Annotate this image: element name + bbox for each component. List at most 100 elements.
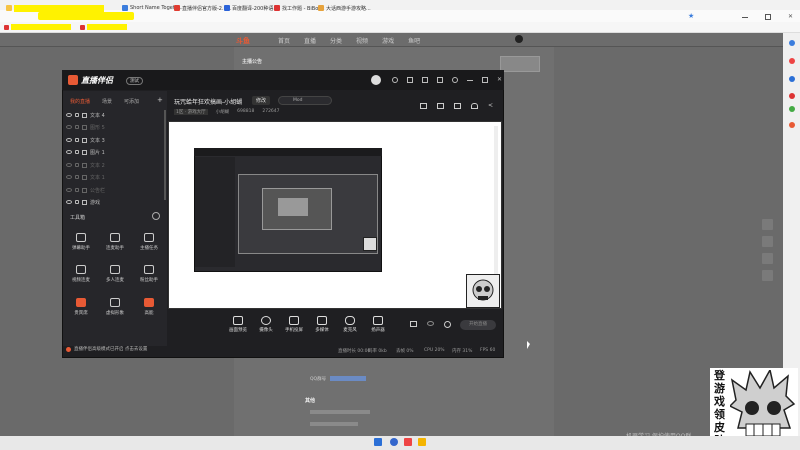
close-icon[interactable]: ✕ (497, 77, 502, 83)
source-row[interactable]: 图形 5 (66, 121, 162, 133)
float-button[interactable] (762, 270, 773, 281)
float-button[interactable] (762, 236, 773, 247)
float-button[interactable] (762, 219, 773, 230)
start-live-button[interactable]: 开始直播 (460, 320, 496, 330)
lock-icon[interactable] (75, 163, 79, 167)
link-row[interactable] (310, 422, 358, 426)
phone-cast-button[interactable]: 手机投屏 (282, 316, 306, 333)
lock-icon[interactable] (75, 113, 79, 117)
app-badge[interactable]: 测试 (126, 77, 143, 85)
tool-task[interactable]: 主播任务 (134, 233, 164, 263)
tab-3[interactable]: 直播伴侣官方版-2.0... (174, 3, 232, 13)
edge-icon[interactable] (390, 438, 398, 446)
share-icon[interactable]: < (488, 103, 495, 109)
tool-vip[interactable]: 贵宾席 (66, 298, 96, 328)
tab-1[interactable] (6, 3, 104, 13)
eye-icon[interactable] (66, 188, 72, 192)
sidebar-scrollbar[interactable] (164, 110, 166, 200)
gift-icon[interactable] (407, 77, 413, 83)
nav-item[interactable]: 首页 (278, 36, 290, 45)
tool-link[interactable]: 连麦助手 (100, 233, 130, 263)
sidebar-icon[interactable] (789, 122, 795, 128)
lock-icon[interactable] (75, 150, 79, 154)
screenshot-icon[interactable] (437, 103, 444, 109)
layout-icon[interactable] (454, 103, 461, 109)
room-category[interactable]: 1区 · 游戏大厅 (174, 109, 208, 115)
window-controls[interactable]: ✕ (742, 14, 794, 20)
tab-addable[interactable]: 可添加 (124, 98, 139, 105)
start-icon[interactable] (374, 438, 382, 446)
bookmark-1[interactable] (4, 23, 71, 31)
user-avatar[interactable] (515, 35, 523, 43)
app-task-icon[interactable] (404, 438, 412, 446)
nav-item[interactable]: 分类 (330, 36, 342, 45)
edit-button[interactable]: 修改 (252, 96, 271, 105)
bookmark-2[interactable] (80, 23, 127, 31)
headset-icon[interactable] (392, 77, 398, 83)
folder-icon[interactable] (418, 438, 426, 446)
eye-icon[interactable] (66, 138, 72, 142)
nav-item[interactable]: 游戏 (382, 36, 394, 45)
url-field[interactable] (38, 12, 134, 20)
menu-icon[interactable] (437, 77, 443, 83)
eye-icon[interactable] (66, 125, 72, 129)
minimize-icon[interactable] (467, 80, 473, 81)
nav-item[interactable]: 鱼吧 (408, 36, 420, 45)
sidebar-icon[interactable] (789, 40, 795, 46)
share-icon[interactable] (422, 77, 428, 83)
tool-fans[interactable]: 粉丝助手 (134, 265, 164, 295)
eye-icon[interactable] (66, 200, 72, 204)
eye-icon[interactable] (66, 113, 72, 117)
category-select[interactable]: Mod (278, 96, 332, 105)
camera-button[interactable]: 摄像头 (254, 316, 278, 333)
bottom-icons[interactable] (410, 321, 451, 328)
mic-button[interactable]: 麦克风 (338, 316, 362, 333)
tab-6[interactable]: 大话西游手游攻略... (318, 3, 371, 13)
speaker-button[interactable]: 扬声器 (366, 316, 390, 333)
tab-5[interactable]: 找工作题 - BiBook (274, 3, 324, 13)
lock-icon[interactable] (75, 200, 79, 204)
source-row[interactable]: 文本 2 (66, 159, 162, 171)
lock-icon[interactable] (75, 125, 79, 129)
main-toolbar-icons[interactable]: < (420, 103, 495, 109)
settings-icon[interactable] (452, 77, 458, 83)
site-logo[interactable]: 斗鱼 (236, 36, 250, 46)
eye-icon[interactable] (66, 150, 72, 154)
lock-icon[interactable] (75, 188, 79, 192)
eye-icon[interactable] (66, 175, 72, 179)
info-link[interactable] (330, 376, 366, 381)
nav-item[interactable]: 直播 (304, 36, 316, 45)
app-notice[interactable]: 直播伴侣高级模式已开启 点击去设置 (66, 346, 226, 352)
video-icon[interactable] (410, 321, 417, 327)
source-row[interactable]: 游戏 (66, 196, 162, 208)
sidebar-icon[interactable] (789, 106, 795, 112)
star-icon[interactable]: ★ (688, 12, 694, 20)
tool-avatar[interactable]: 虚拟形象 (100, 298, 130, 328)
nav-item[interactable]: 视频 (356, 36, 368, 45)
tool-multi-link[interactable]: 多人连麦 (100, 265, 130, 295)
tool-video-link[interactable]: 视频连麦 (66, 265, 96, 295)
lock-icon[interactable] (75, 175, 79, 179)
sidebar-icon[interactable] (789, 93, 795, 99)
source-row[interactable]: 图片 1 (66, 146, 162, 158)
screen-preview-button[interactable]: 画面预览 (226, 316, 250, 333)
add-source-icon[interactable]: + (157, 96, 163, 104)
tab-my-live[interactable]: 我的直播 (70, 98, 90, 105)
sidebar-icon[interactable] (789, 58, 795, 64)
lock-icon[interactable] (75, 138, 79, 142)
media-button[interactable]: 多媒体 (310, 316, 334, 333)
tool-danmu[interactable]: 弹幕助手 (66, 233, 96, 263)
source-row[interactable]: 公告栏 (66, 184, 162, 196)
source-row[interactable]: 文本 3 (66, 134, 162, 146)
source-row[interactable]: 文本 1 (66, 171, 162, 183)
tab-scene[interactable]: 场景 (102, 98, 112, 105)
tools-collapse-icon[interactable] (152, 212, 160, 220)
record-icon[interactable] (420, 103, 427, 109)
app-avatar[interactable] (371, 75, 381, 85)
app-title-icons[interactable]: ✕ (392, 77, 502, 83)
float-button[interactable] (762, 253, 773, 264)
source-row[interactable]: 文本 4 (66, 109, 162, 121)
maximize-icon[interactable] (482, 77, 488, 83)
tool-energy[interactable]: 高能 (134, 298, 164, 328)
sidebar-icon[interactable] (789, 76, 795, 82)
